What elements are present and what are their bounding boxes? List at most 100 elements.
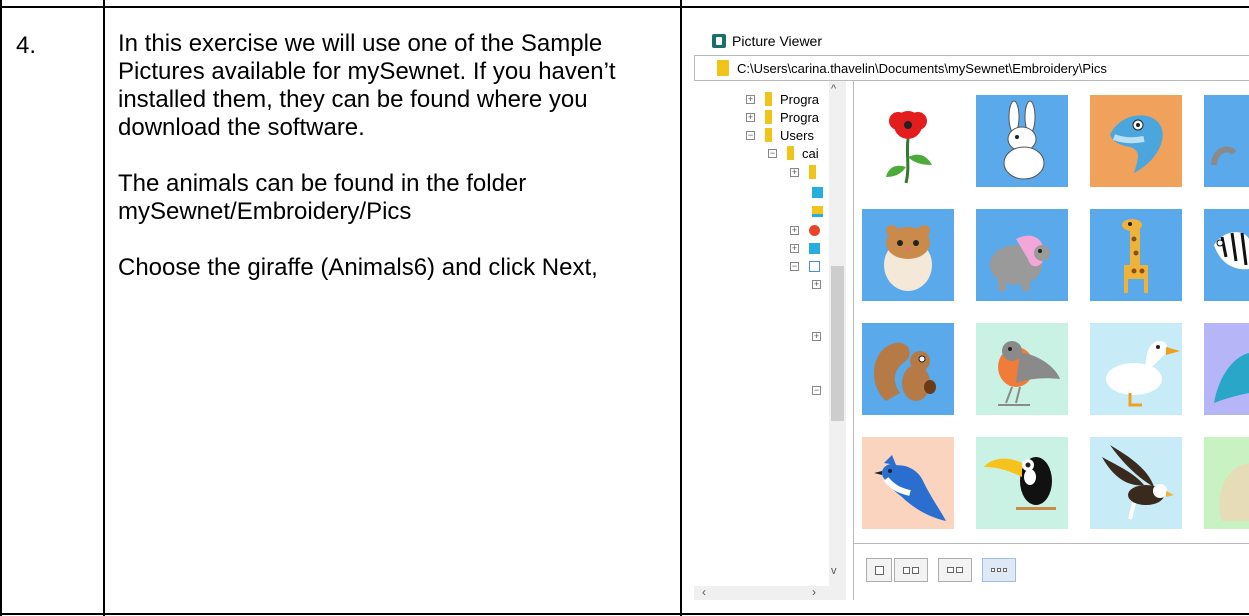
scroll-up-icon[interactable]: ^ (831, 83, 836, 95)
view-grid-button[interactable] (982, 558, 1016, 582)
thumbnail-elephant[interactable] (976, 209, 1068, 301)
poppy-illustration (886, 111, 932, 184)
tree-item-label: Progra (780, 109, 820, 125)
view-mode-toolbar (854, 543, 1249, 600)
expand-icon[interactable]: + (790, 243, 799, 253)
monitor-icon (809, 242, 820, 254)
folder-icon (809, 165, 816, 179)
robin-illustration (998, 341, 1060, 406)
tree-item-label: cai (802, 145, 819, 161)
thumbnail-dolphin[interactable] (1090, 95, 1182, 187)
expand-icon[interactable]: + (790, 225, 799, 235)
path-bar[interactable]: C:\Users\carina.thavelin\Documents\mySew… (694, 55, 1249, 81)
scroll-right-icon[interactable]: › (812, 585, 816, 599)
desktop-folder-icon (812, 205, 823, 217)
grid-view-icon-part (1003, 568, 1007, 572)
folder-icon (765, 92, 772, 106)
thumbnail-grid (854, 81, 1249, 544)
grid-view-icon-part (997, 568, 1001, 572)
tree-item-label: Users (780, 127, 814, 143)
tree-item-programs-2[interactable]: + Progra (746, 108, 819, 126)
collapse-icon[interactable]: − (746, 130, 755, 140)
thumbnail-duck[interactable] (1090, 323, 1182, 415)
four-view-icon-part (956, 567, 963, 573)
folder-tree: + Progra + Progra − Users − cai + + + − … (694, 81, 854, 600)
partial-animal-illustration (1211, 146, 1237, 166)
picture-viewer-screenshot: Picture Viewer C:\Users\carina.thavelin\… (694, 30, 1249, 600)
table-bottom-border (0, 613, 1249, 615)
thumbnail-kingfisher[interactable] (1204, 323, 1249, 415)
instructions: In this exercise we will use one of the … (118, 30, 678, 310)
expand-icon[interactable]: + (790, 167, 799, 177)
view-two-button[interactable] (894, 558, 928, 582)
tree-item-documents[interactable]: − (790, 257, 826, 275)
tree-item-label: Progra (780, 91, 820, 107)
giraffe-illustration (1122, 219, 1148, 293)
tree-item-desktop-2[interactable]: + (790, 239, 826, 257)
thumbnail-giraffe[interactable] (1090, 209, 1182, 301)
scroll-left-icon[interactable]: ‹ (702, 585, 706, 599)
blue-jay-illustration (874, 455, 946, 521)
scroll-down-icon[interactable]: v (831, 565, 837, 577)
folder-icon (765, 110, 772, 124)
tree-item-user-folder[interactable]: − cai (768, 144, 826, 162)
squirrel-illustration (873, 342, 936, 401)
viewer-title: Picture Viewer (732, 33, 823, 49)
view-single-button[interactable] (866, 558, 892, 582)
expand-icon[interactable]: + (746, 94, 755, 104)
thumbnail-squirrel[interactable] (862, 323, 954, 415)
two-view-icon-part (912, 566, 919, 574)
tree-item-users[interactable]: − Users (746, 126, 814, 144)
table-top-border (0, 6, 1249, 8)
cube-icon (812, 186, 823, 198)
view-four-button[interactable] (938, 558, 972, 582)
collapse-icon[interactable]: − (768, 148, 777, 158)
elephant-illustration (990, 235, 1050, 291)
thumbnail-hamster[interactable] (862, 209, 954, 301)
duck-illustration (1106, 341, 1180, 407)
dolphin-illustration (1110, 115, 1163, 173)
table-left-border (0, 0, 2, 616)
partial-bird-illustration (1219, 463, 1249, 521)
thumbnail-partial-blue[interactable] (1204, 95, 1249, 187)
tree-item-subfolder-1[interactable]: + (790, 163, 824, 181)
expand-icon[interactable]: + (746, 112, 755, 122)
toucan-illustration (984, 457, 1056, 510)
table-col-divider-1 (103, 0, 105, 616)
folder-icon (765, 128, 772, 142)
thumbnail-poppy[interactable] (862, 95, 954, 187)
eagle-illustration (1102, 445, 1174, 520)
tree-item-desktop[interactable] (812, 202, 829, 220)
grid-view-icon (991, 568, 995, 572)
picture-viewer-icon (712, 34, 726, 48)
step-number: 4. (16, 32, 37, 59)
table-col-divider-2 (680, 0, 682, 616)
two-view-icon (903, 566, 910, 574)
viewer-titlebar: Picture Viewer (694, 30, 1249, 52)
expand-icon[interactable]: + (812, 331, 821, 341)
thumbnail-eagle[interactable] (1090, 437, 1182, 529)
thumbnail-blue-jay[interactable] (862, 437, 954, 529)
tree-item-creative-cloud[interactable]: + (790, 221, 826, 239)
path-text: C:\Users\carina.thavelin\Documents\mySew… (737, 60, 1107, 76)
instruction-paragraph-3: Choose the giraffe (Animals6) and click … (118, 254, 598, 281)
zebra-illustration (1214, 232, 1249, 270)
thumbnail-zebra[interactable] (1204, 209, 1249, 301)
collapse-icon[interactable]: − (812, 385, 821, 395)
tree-item-3d-objects[interactable] (812, 183, 829, 201)
document-icon (809, 260, 820, 272)
tree-scroll-thumb[interactable] (831, 266, 844, 421)
tree-horizontal-scrollbar[interactable] (694, 586, 846, 600)
thumbnail-toucan[interactable] (976, 437, 1068, 529)
instruction-paragraph-1: In this exercise we will use one of the … (118, 30, 616, 141)
thumbnail-rabbit[interactable] (976, 95, 1068, 187)
creative-cloud-icon (809, 224, 820, 236)
thumbnail-partial-green[interactable] (1204, 437, 1249, 529)
expand-icon[interactable]: + (812, 279, 821, 289)
thumbnail-robin[interactable] (976, 323, 1068, 415)
tree-item-programs-1[interactable]: + Progra (746, 90, 819, 108)
hamster-illustration (884, 225, 932, 291)
instruction-paragraph-2: The animals can be found in the folder m… (118, 170, 527, 225)
collapse-icon[interactable]: − (790, 261, 799, 271)
rabbit-illustration (1003, 100, 1045, 180)
